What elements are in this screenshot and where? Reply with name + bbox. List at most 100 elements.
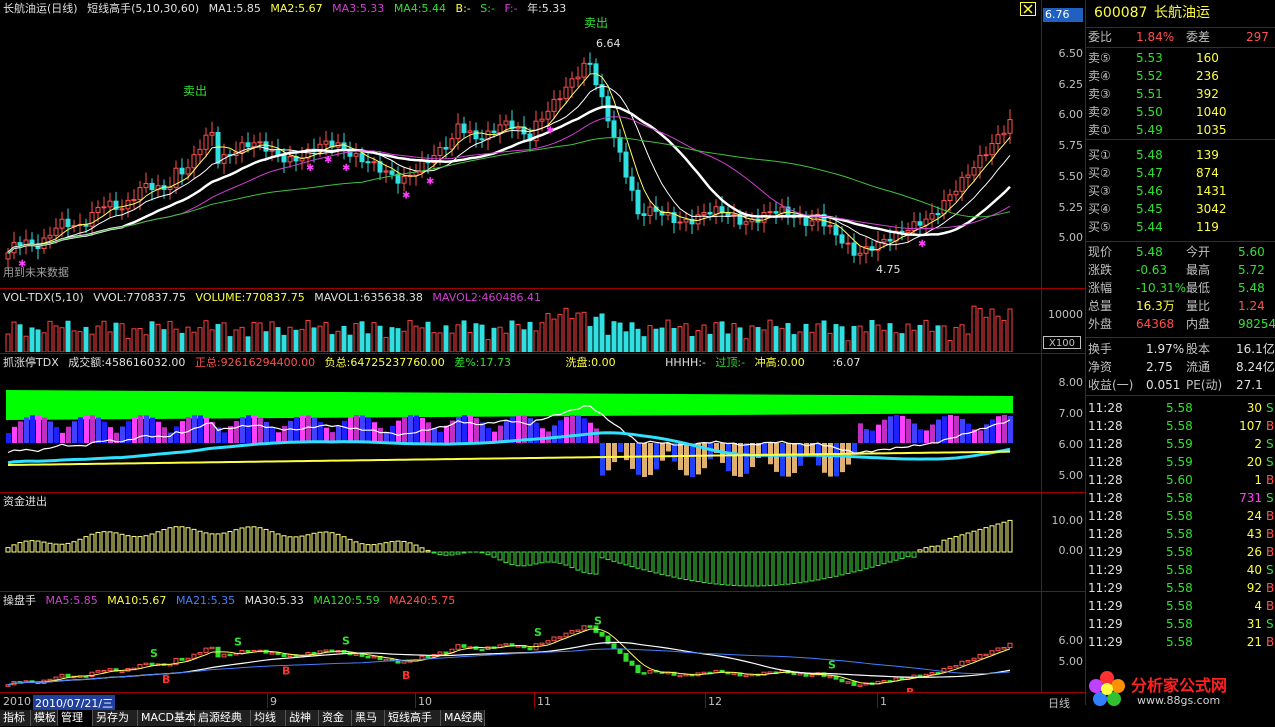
bottom-tab[interactable]: 短线高手 xyxy=(385,710,441,726)
trader-candle xyxy=(551,636,557,642)
volume-bar xyxy=(917,324,923,352)
candle-body xyxy=(395,173,401,184)
bottom-tab[interactable]: 资金 xyxy=(319,710,352,726)
bottom-tab[interactable]: 管理 xyxy=(58,710,93,726)
bottom-tab[interactable]: 指标 xyxy=(0,710,31,726)
trader-candle xyxy=(611,643,617,650)
fund-out-bar xyxy=(617,551,623,564)
trader-candle xyxy=(563,632,569,638)
bottom-tab[interactable]: 黑马 xyxy=(352,710,385,726)
close-pane-icon[interactable] xyxy=(1020,2,1036,16)
fund-flow-chart[interactable] xyxy=(0,509,1041,591)
volume-bar xyxy=(347,334,353,352)
zt-pos-bar xyxy=(402,416,407,443)
volume-bar xyxy=(563,307,569,352)
fund-out-bar xyxy=(779,551,785,586)
volume-chart[interactable] xyxy=(0,305,1041,352)
fund-in-bar xyxy=(137,536,143,553)
trader-candle xyxy=(191,653,197,659)
zt-neg-bar xyxy=(666,443,671,452)
fund-in-bar xyxy=(341,536,347,553)
trader-candle xyxy=(119,670,125,674)
zt-pos-bar xyxy=(954,415,959,443)
zt-axis-label: 8.00 xyxy=(1058,376,1084,389)
stat-value: 64368 xyxy=(1136,317,1175,331)
fund-in-bar xyxy=(983,527,989,553)
bottom-tab[interactable]: 另存为 xyxy=(93,710,138,726)
volume-bar xyxy=(929,330,935,352)
signal-marker: ✱ xyxy=(342,163,350,174)
trader-candle xyxy=(623,652,629,662)
divider xyxy=(1086,241,1275,242)
zt-chart[interactable] xyxy=(0,370,1041,492)
volume-bar xyxy=(731,323,737,352)
s-signal: S:- xyxy=(480,2,495,15)
fund-out-bar xyxy=(587,551,593,575)
volume-bar xyxy=(89,333,95,352)
bottom-tab[interactable]: 模板 xyxy=(31,710,58,726)
zt-neg-bar xyxy=(642,443,647,477)
bottom-tab[interactable]: MA经典 xyxy=(441,710,485,726)
volume-bar xyxy=(491,327,497,352)
fund-out-bar xyxy=(641,551,647,571)
fund-out-bar xyxy=(449,551,455,556)
candle-body xyxy=(707,212,713,215)
tick-volume: 24 xyxy=(1246,509,1262,523)
fund-in-bar xyxy=(1001,521,1007,553)
volume-bar xyxy=(377,325,383,352)
trader-candle xyxy=(953,665,959,668)
volume-bar xyxy=(131,328,137,352)
zt-neg-bar xyxy=(684,443,689,476)
candle-body xyxy=(47,234,53,239)
bid-price: 5.46 xyxy=(1136,184,1163,198)
bottom-tab[interactable]: MACD基本 xyxy=(138,710,196,726)
fund-in-bar xyxy=(299,535,305,553)
trader-candle xyxy=(641,672,647,675)
zt-pos-bar xyxy=(246,415,251,443)
tick-volume: 31 xyxy=(1246,617,1262,631)
trader-candle xyxy=(827,675,833,679)
volume-bar xyxy=(125,337,131,352)
volume-bar xyxy=(635,328,641,352)
fund-out-bar xyxy=(881,551,887,565)
zt-neg-bar xyxy=(612,443,617,463)
volume-bar xyxy=(605,334,611,352)
tick-row: 11:28 5.58 24 B xyxy=(1086,507,1275,525)
zt-pos-bar xyxy=(144,415,149,443)
chart-area[interactable]: 长航油运(日线) 短线高手(5,10,30,60) MA1:5.85 MA2:5… xyxy=(0,0,1085,711)
volume-bar xyxy=(1001,319,1007,352)
bottom-tab[interactable]: 战神 xyxy=(286,710,319,726)
fund-out-bar xyxy=(545,551,551,563)
tick-time: 11:29 xyxy=(1088,545,1123,559)
trader-chart[interactable]: SSSSSSBBBB xyxy=(0,608,1041,692)
zt-pos-bar xyxy=(66,426,71,443)
tick-time: 11:29 xyxy=(1088,635,1123,649)
fund-in-bar xyxy=(917,549,923,553)
bottom-tab[interactable]: 启源经典 xyxy=(195,710,251,726)
candle-body xyxy=(287,156,293,163)
candlestick-chart[interactable]: ✱✱✱✱✱✱✱✱ xyxy=(0,16,1041,288)
candle-body xyxy=(917,221,923,226)
tick-row: 11:28 5.58 30 S xyxy=(1086,399,1275,417)
fund-in-bar xyxy=(977,528,983,553)
candle-body xyxy=(641,213,647,216)
trader-candle xyxy=(137,663,143,669)
volume-bar xyxy=(65,320,71,352)
fund-out-bar xyxy=(563,551,569,566)
candle-body xyxy=(137,187,143,201)
fund-out-bar xyxy=(659,551,665,575)
fund-in-bar xyxy=(365,544,371,553)
volume-bar xyxy=(725,333,731,352)
volume-bar xyxy=(197,327,203,352)
fund-in-bar xyxy=(383,542,389,553)
zt-pos-bar xyxy=(978,430,983,443)
bottom-tab[interactable]: 均线 xyxy=(251,710,286,726)
zt-amount: 成交额:458616032.00 xyxy=(68,356,186,369)
zt-pos-bar xyxy=(510,416,515,443)
volume-bar xyxy=(755,327,761,352)
pane-separator xyxy=(0,492,1085,493)
fund-indicator-name: 资金进出 xyxy=(3,495,47,508)
fund-out-bar xyxy=(761,551,767,587)
fund-out-bar xyxy=(731,551,737,586)
bid-label: 买② xyxy=(1088,166,1111,180)
